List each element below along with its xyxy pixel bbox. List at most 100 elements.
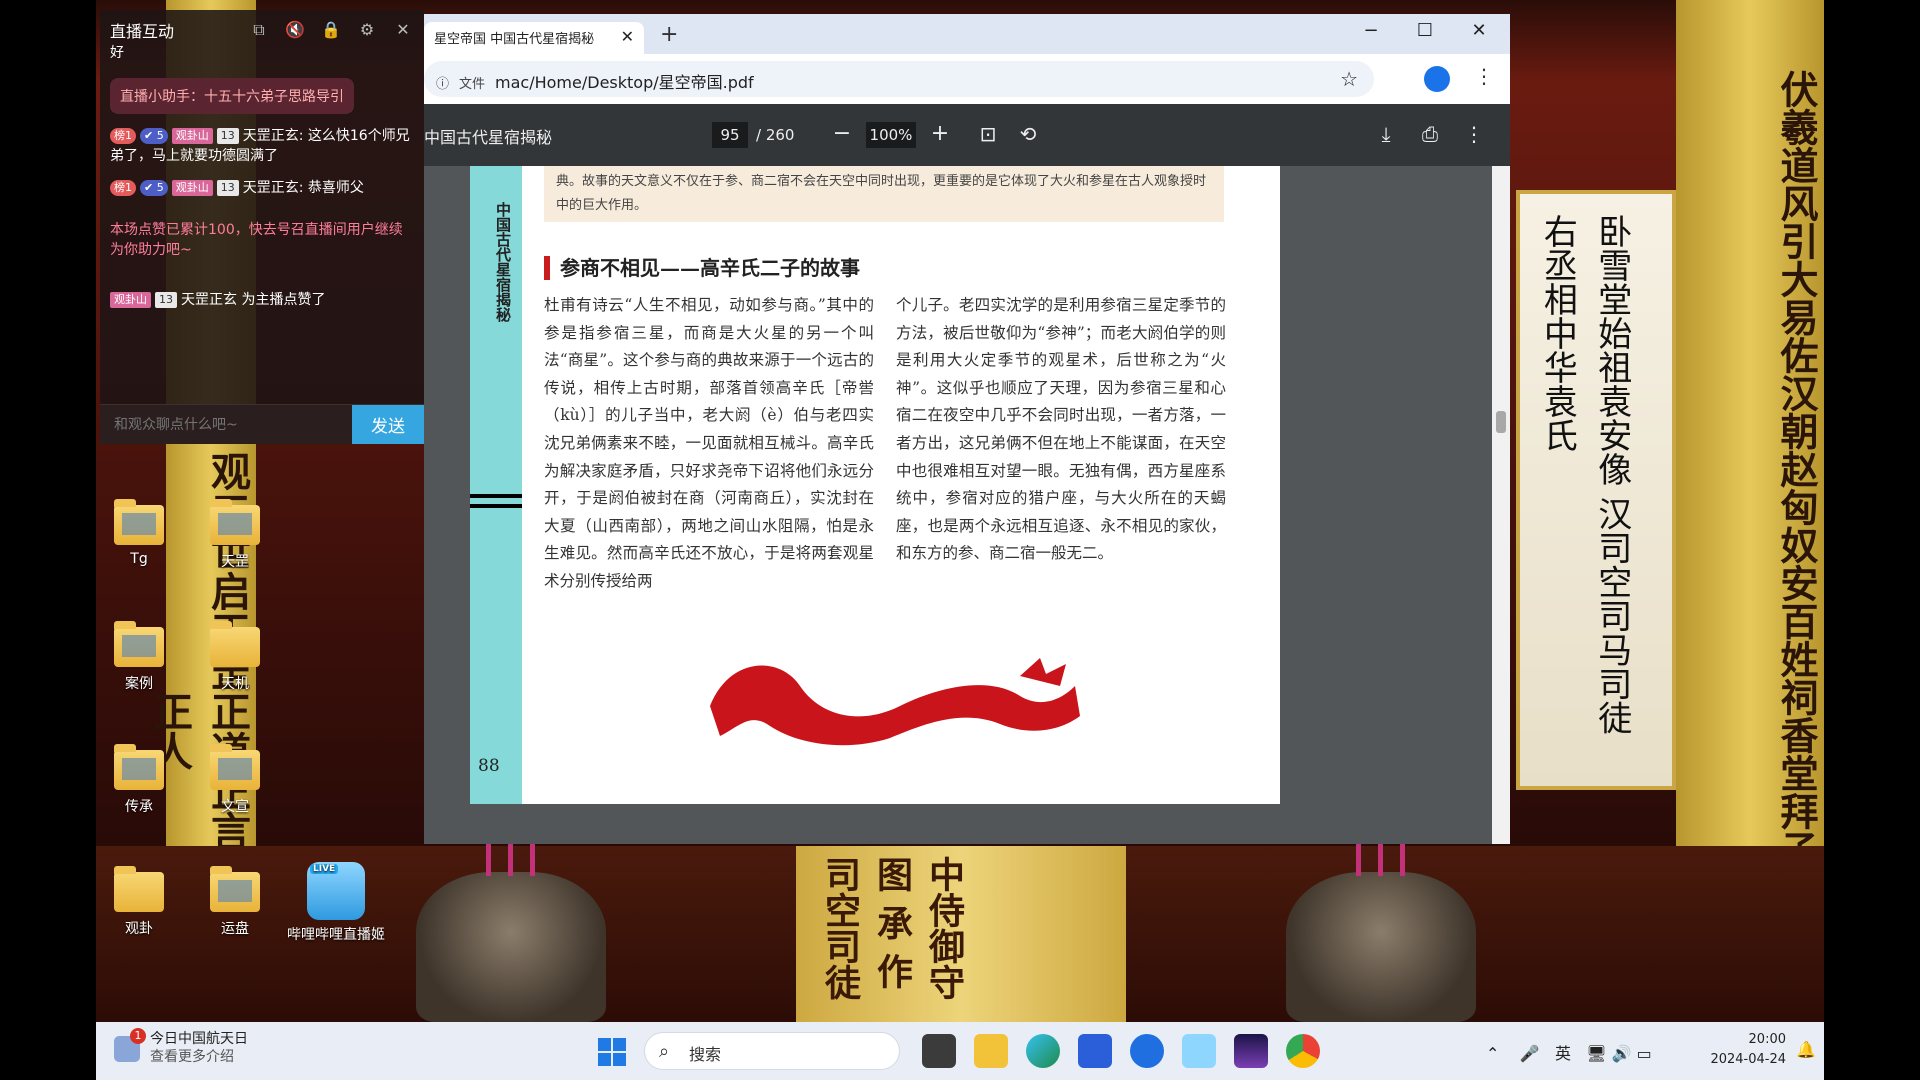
medal-level: 13 [155, 292, 177, 308]
browser-menu-icon[interactable]: ⋮ [1474, 64, 1494, 88]
live-chat-panel: 直播互动 ⧉ 🔇 🔒 ⚙ ✕ 好 直播小助手：十五十六弟子思路导引 榜1 ✔ 5观… [100, 10, 424, 444]
profile-avatar[interactable] [1424, 66, 1450, 92]
desktop-icon-label: 天罡 [221, 554, 249, 570]
desktop-icon-label: 天机 [221, 676, 249, 692]
body-column-left: 杜甫有诗云“人生不相见，动如参与商。”其中的参是指参宿三星，而商是大火星的另一个… [544, 296, 874, 590]
desktop-icon-bilibili-live[interactable]: LIVE 哔哩哔哩直播姬 [286, 862, 386, 944]
battery-icon[interactable]: ▭ [1637, 1044, 1652, 1063]
info-icon[interactable]: ⓘ [436, 77, 449, 92]
fit-page-icon[interactable]: ⊡ [974, 121, 1002, 147]
desktop-icon-tiangang[interactable]: 天罡 [192, 499, 278, 571]
input-method[interactable]: 英 [1555, 1044, 1571, 1063]
tab-close-icon[interactable]: ✕ [621, 27, 634, 46]
bookmark-star-icon[interactable]: ☆ [1340, 67, 1358, 91]
network-icon[interactable]: 🖥 [1586, 1044, 1606, 1063]
desktop-icon-label: 观卦 [125, 921, 153, 937]
like-text: 天罡正玄 为主播点赞了 [181, 292, 326, 308]
pdf-viewer[interactable]: 中国古代星宿揭秘 88 典。故事的天文意义不仅在于参、商二宿不会在天空中同时出现… [424, 166, 1510, 844]
folder-icon [114, 621, 164, 667]
desktop-icon-yunpan[interactable]: 运盘 [192, 866, 278, 938]
pdf-doc-title: 中国古代星宿揭秘 [424, 128, 553, 147]
search-placeholder: 搜索 [689, 1045, 722, 1064]
zoom-level[interactable]: 100% [866, 122, 916, 148]
zoom-out-icon[interactable]: − [828, 121, 856, 147]
desktop-icon-wenxuan[interactable]: 文宣 [192, 744, 278, 816]
new-tab-icon[interactable]: + [660, 22, 678, 47]
desktop-icon-guangua[interactable]: 观卦 [96, 866, 182, 938]
address-scheme: 文件 [459, 77, 486, 92]
address-bar[interactable]: ⓘ 文件 mac/Home/Desktop/星空帝国.pdf ☆ [424, 61, 1374, 97]
chrome-icon[interactable] [1286, 1034, 1320, 1068]
mute-icon[interactable]: 🔇 [284, 19, 306, 41]
desktop-icon-cases[interactable]: 案例 [96, 621, 182, 693]
ancestor-plaque: 卧雪堂始祖袁安像 汉司空司马司徒右丞相中华袁氏 [1516, 190, 1676, 790]
download-icon[interactable]: ⤓ [1372, 121, 1400, 147]
task-view-icon[interactable] [922, 1034, 956, 1068]
live-badge: LIVE [310, 864, 339, 874]
fan-medal: 观卦山 [110, 292, 151, 308]
copy-icon[interactable]: ⧉ [248, 19, 270, 41]
bilibili-live-icon: LIVE [307, 862, 365, 920]
microphone-icon[interactable]: 🎤 [1520, 1044, 1540, 1063]
page-number-input[interactable]: 95 [712, 122, 748, 148]
video-app-icon[interactable] [1234, 1034, 1268, 1068]
chat-input[interactable] [100, 405, 352, 444]
print-icon[interactable]: ⎙ [1416, 121, 1444, 147]
lock-icon[interactable]: 🔒 [320, 19, 342, 41]
minimize-icon[interactable]: − [1356, 20, 1386, 41]
notification-bell-icon[interactable]: 🔔 [1796, 1040, 1816, 1059]
screen: 观三世启天罡正道正言正身正心正人 卧雪堂始祖袁安像 汉司空司马司徒右丞相中华袁氏… [0, 0, 1920, 1080]
edge-browser-icon[interactable] [1026, 1034, 1060, 1068]
desktop-icon-tianji[interactable]: 天机 [192, 621, 278, 693]
vertical-scrollbar[interactable] [1492, 166, 1510, 844]
maximize-icon[interactable]: ☐ [1410, 20, 1440, 41]
system-tray: ⌃ 🎤 英 🖥 🔊 ▭ [1486, 1040, 1652, 1064]
start-button[interactable] [598, 1038, 626, 1066]
assistant-message: 直播小助手：十五十六弟子思路导引 [110, 78, 354, 114]
strip-divider [470, 494, 522, 498]
bilibili-live-taskbar-icon[interactable] [1182, 1034, 1216, 1068]
notification-badge: 1 [130, 1028, 146, 1044]
time: 20:00 [1748, 1032, 1786, 1047]
folder-icon [114, 744, 164, 790]
address-bar-row: ⓘ 文件 mac/Home/Desktop/星空帝国.pdf ☆ ⋮ [424, 54, 1510, 104]
clock[interactable]: 20:00 2024-04-24 [1696, 1030, 1786, 1070]
desktop-icon-tg[interactable]: Tg [96, 499, 182, 567]
zoom-in-icon[interactable]: + [926, 121, 954, 147]
strip-divider [470, 504, 522, 508]
desktop-icon-label: 文宣 [221, 799, 249, 815]
taskbar-search[interactable]: ⌕ 搜索 [644, 1032, 900, 1070]
dragon-illustration [710, 658, 1080, 746]
tab-title: 星空帝国 中国古代星宿揭秘 [434, 32, 595, 47]
fan-medal: 观卦山 [171, 180, 213, 196]
desktop-icon-label: 案例 [125, 676, 153, 692]
chevron-up-icon[interactable]: ⌃ [1486, 1044, 1499, 1063]
file-explorer-icon[interactable] [974, 1034, 1008, 1068]
rank-badge: 榜1 [110, 128, 136, 144]
scrollbar-thumb[interactable] [1496, 411, 1506, 433]
close-icon[interactable]: ✕ [392, 19, 414, 41]
desktop-icon-label: Tg [130, 551, 148, 567]
news-widget-title: 今日中国航天日 [150, 1031, 248, 1047]
volume-icon[interactable]: 🔊 [1612, 1044, 1632, 1063]
store-icon[interactable] [1078, 1034, 1112, 1068]
like-message: 观卦山 13 天罡正玄 为主播点赞了 [110, 290, 414, 310]
chat-header: 直播互动 ⧉ 🔇 🔒 ⚙ ✕ [100, 10, 424, 50]
sogou-icon[interactable] [1130, 1034, 1164, 1068]
medal-level: 13 [216, 128, 239, 144]
send-button[interactable]: 发送 [352, 405, 424, 444]
gear-icon[interactable]: ⚙ [356, 19, 378, 41]
desktop-icon-chuancheng[interactable]: 传承 [96, 744, 182, 816]
close-window-icon[interactable]: ✕ [1464, 20, 1494, 41]
browser-tab[interactable]: 星空帝国 中国古代星宿揭秘 ✕ [424, 22, 644, 54]
fan-medal: 观卦山 [171, 128, 213, 144]
folder-icon [114, 499, 164, 545]
chat-message: 榜1 ✔ 5 观卦山 13 天罡正玄: 这么快16个师兄弟了，马上就要功德圆满了 [110, 126, 414, 166]
taskbar: 1 今日中国航天日 查看更多介绍 ⌕ 搜索 ⌃ 🎤 英 🖥 🔊 ▭ 20:00 … [96, 1022, 1824, 1080]
more-options-icon[interactable]: ⋮ [1460, 121, 1488, 147]
like-notice: 本场点赞已累计100，快去号召直播间用户继续为你助力吧~ [110, 222, 403, 258]
rotate-icon[interactable]: ⟲ [1014, 121, 1042, 147]
search-icon: ⌕ [659, 1041, 670, 1062]
pdf-page: 中国古代星宿揭秘 88 典。故事的天文意义不仅在于参、商二宿不会在天空中同时出现… [470, 166, 1280, 804]
news-widget[interactable]: 1 今日中国航天日 查看更多介绍 [114, 1028, 248, 1066]
